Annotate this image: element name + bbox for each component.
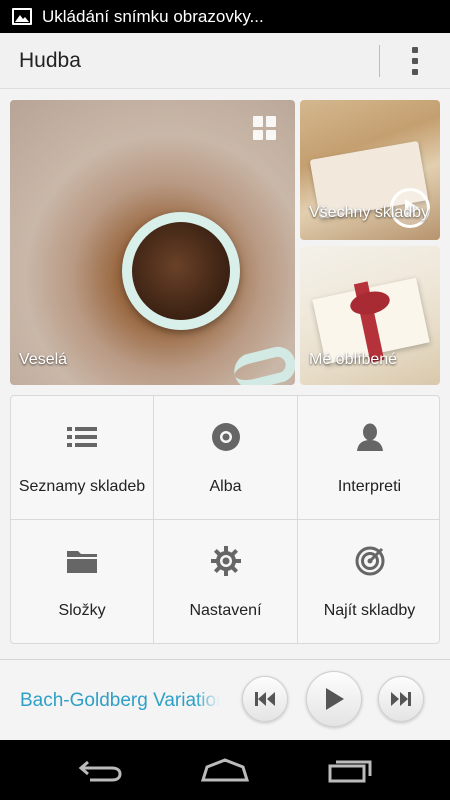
status-bar: Ukládání snímku obrazovky...	[0, 0, 450, 33]
now-playing-title[interactable]: Bach-Goldberg Variations	[20, 690, 220, 712]
category-label: Alba	[209, 478, 242, 495]
play-button[interactable]	[306, 671, 362, 727]
play-icon	[326, 688, 344, 710]
tile-vesela-label: Veselá	[19, 351, 68, 368]
category-find-songs[interactable]: Najít skladby	[298, 520, 439, 643]
navigation-bar	[0, 740, 450, 800]
next-button[interactable]	[378, 676, 424, 722]
next-icon	[391, 692, 411, 706]
category-albums[interactable]: Alba	[154, 396, 298, 520]
previous-button[interactable]	[242, 676, 288, 722]
action-bar-divider	[379, 45, 380, 77]
folder-icon	[67, 546, 97, 576]
category-folders[interactable]: Složky	[11, 520, 154, 643]
category-label: Interpreti	[337, 478, 402, 495]
person-icon	[355, 422, 385, 452]
disc-icon	[211, 422, 241, 452]
list-icon	[67, 422, 97, 452]
overflow-menu-icon[interactable]	[398, 43, 432, 79]
tile-favorites[interactable]: Mé oblíbené	[300, 246, 440, 385]
tile-all-songs-label: Všechny skladby	[309, 204, 430, 221]
grid-icon[interactable]	[253, 116, 277, 140]
back-icon[interactable]	[70, 752, 130, 788]
image-icon	[12, 8, 32, 25]
target-icon	[355, 546, 385, 576]
category-label: Složky	[58, 602, 106, 619]
category-playlists[interactable]: Seznamy skladeb	[11, 396, 154, 520]
status-notification-text: Ukládání snímku obrazovky...	[42, 6, 264, 26]
category-label: Seznamy skladeb	[18, 478, 146, 495]
action-bar: Hudba	[0, 33, 450, 89]
category-label: Najít skladby	[323, 602, 416, 619]
home-icon[interactable]	[195, 752, 255, 788]
category-settings[interactable]: Nastavení	[154, 520, 298, 643]
cup-handle-image	[230, 343, 295, 385]
category-artists[interactable]: Interpreti	[298, 396, 439, 520]
gear-icon	[210, 546, 241, 576]
tile-all-songs[interactable]: Všechny skladby	[300, 100, 440, 240]
coffee-beans-image	[132, 222, 230, 320]
category-label: Nastavení	[189, 602, 262, 619]
previous-icon	[255, 692, 275, 706]
category-grid: Seznamy skladeb Alba Interpreti Složky N…	[10, 395, 440, 644]
tile-favorites-label: Mé oblíbené	[309, 351, 398, 368]
recent-apps-icon[interactable]	[320, 752, 380, 788]
page-title: Hudba	[19, 48, 81, 72]
tile-vesela[interactable]: Veselá	[10, 100, 295, 385]
